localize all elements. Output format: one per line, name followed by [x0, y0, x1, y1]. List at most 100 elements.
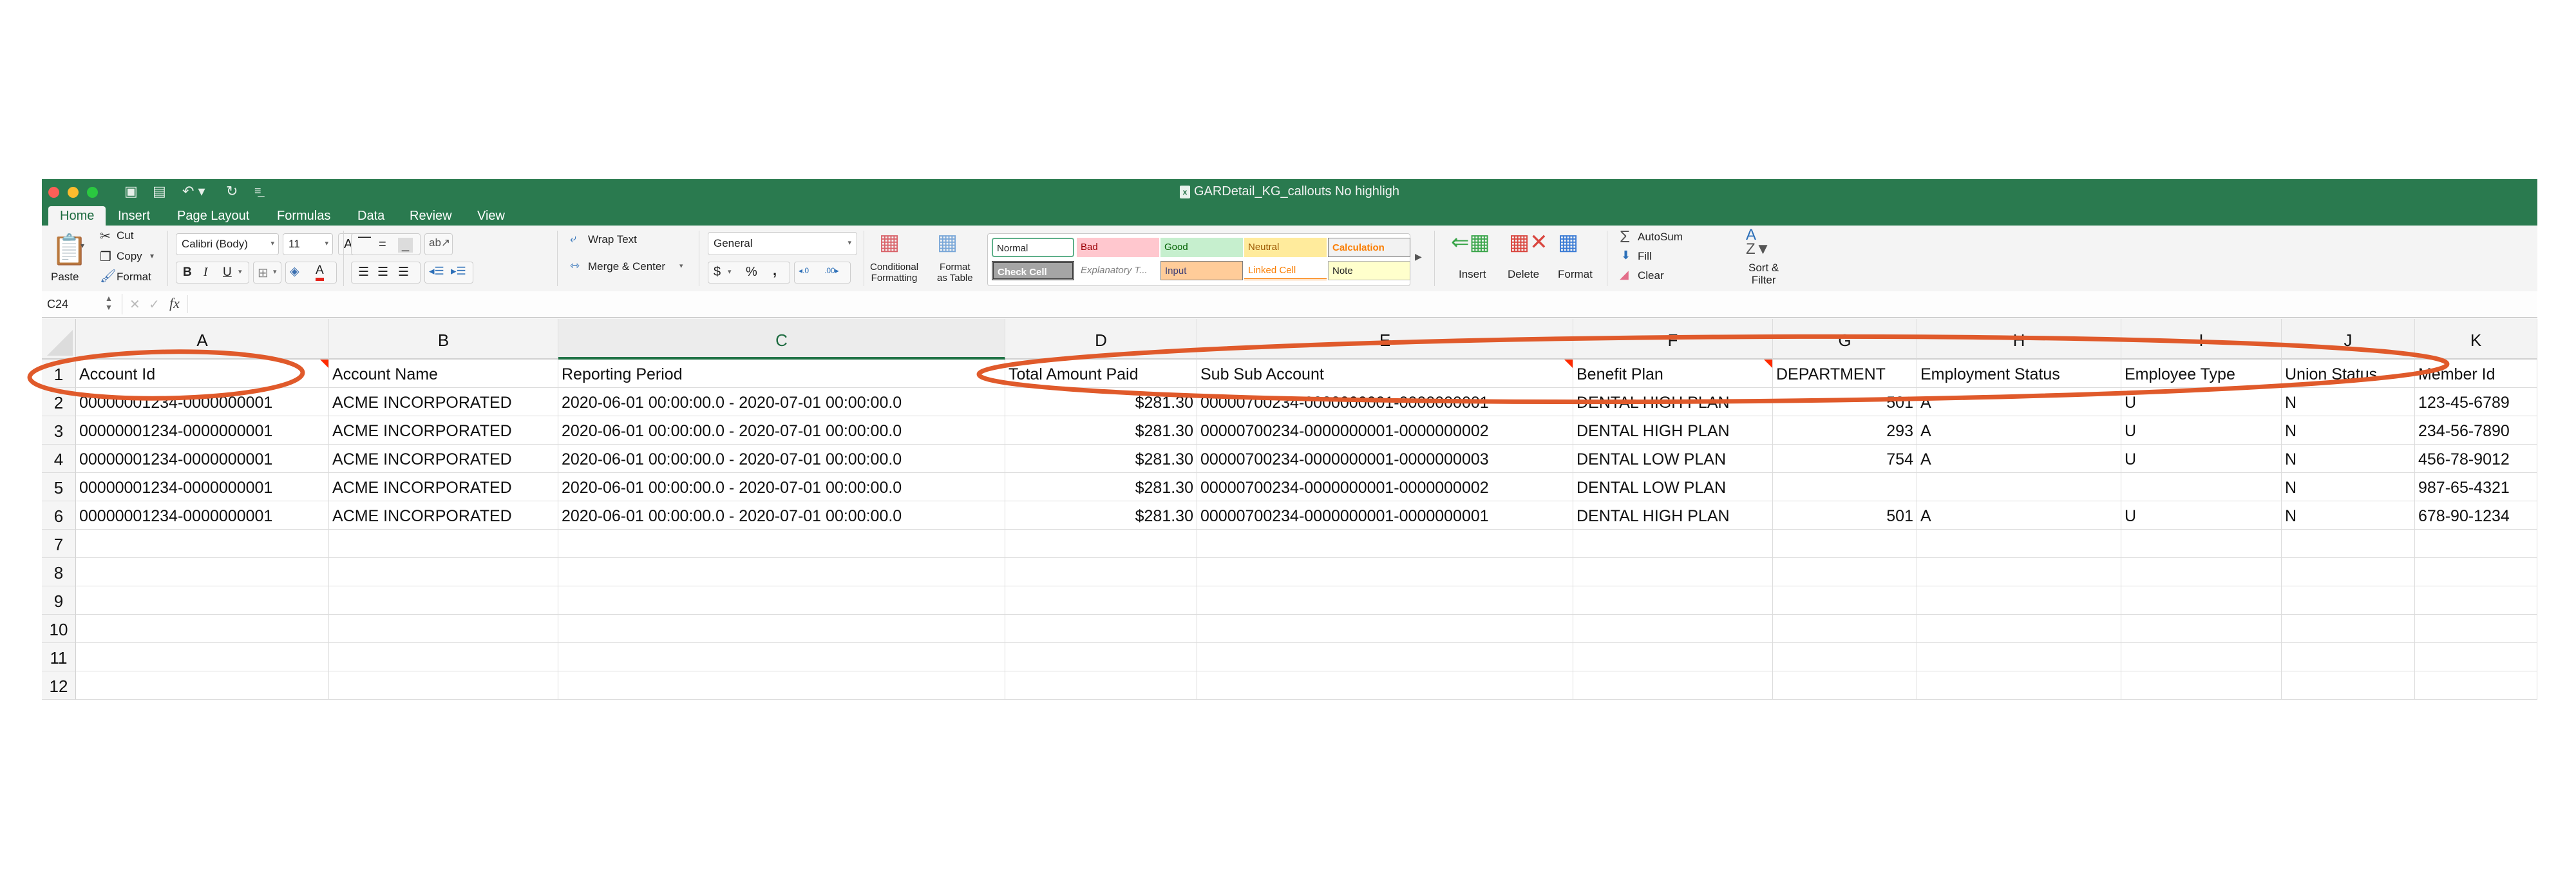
header-cell[interactable]: Employment Status [1917, 360, 2121, 388]
table-cell[interactable]: A [1917, 416, 2121, 445]
table-cell[interactable]: 00000700234-0000000001-0000000001 [1197, 388, 1573, 416]
table-cell[interactable] [1917, 615, 2121, 643]
table-cell[interactable]: N [2282, 416, 2415, 445]
styles-more-arrow-icon[interactable]: ▶ [1415, 251, 1422, 262]
table-cell[interactable]: ACME INCORPORATED [329, 501, 558, 530]
merge-dropdown-icon[interactable]: ▾ [679, 262, 683, 270]
table-cell[interactable]: A [1917, 501, 2121, 530]
decrease-indent-button[interactable]: ◂☰ [429, 265, 444, 278]
table-cell[interactable]: 00000001234-0000000001 [76, 445, 329, 473]
header-cell[interactable]: DEPARTMENT [1773, 360, 1917, 388]
name-box[interactable]: C24 [47, 298, 68, 311]
table-cell[interactable] [76, 615, 329, 643]
table-cell[interactable] [558, 558, 1005, 586]
table-cell[interactable] [329, 615, 558, 643]
underline-button[interactable]: U [223, 265, 232, 280]
tab-insert[interactable]: Insert [118, 206, 150, 226]
table-cell[interactable] [1005, 643, 1197, 671]
table-cell[interactable] [1197, 671, 1573, 700]
borders-button[interactable]: ⊞ ▾ [253, 262, 281, 284]
table-cell[interactable] [1917, 671, 2121, 700]
font-name-select[interactable]: Calibri (Body) ▾ [176, 233, 279, 255]
table-cell[interactable] [1773, 586, 1917, 615]
table-cell[interactable] [1917, 643, 2121, 671]
table-cell[interactable] [558, 586, 1005, 615]
header-cell[interactable]: Sub Sub Account [1197, 360, 1573, 388]
table-cell[interactable]: 00000001234-0000000001 [76, 473, 329, 501]
table-cell[interactable] [1197, 615, 1573, 643]
table-cell[interactable] [1773, 558, 1917, 586]
column-header-e[interactable]: E [1197, 319, 1573, 360]
tab-formulas[interactable]: Formulas [277, 206, 330, 226]
table-cell[interactable] [1005, 671, 1197, 700]
align-top-button[interactable]: ⎺ [358, 236, 371, 251]
table-cell[interactable] [329, 530, 558, 558]
underline-dropdown-icon[interactable]: ▾ [238, 267, 242, 276]
table-cell[interactable] [329, 586, 558, 615]
row-header[interactable]: 4 [42, 445, 76, 473]
table-cell[interactable]: 00000700234-0000000001-0000000002 [1197, 416, 1573, 445]
table-cell[interactable]: 00000001234-0000000001 [76, 501, 329, 530]
tab-review[interactable]: Review [410, 206, 452, 226]
increase-indent-button[interactable]: ▸☰ [451, 265, 466, 278]
orientation-button[interactable]: ab↗ [424, 233, 453, 255]
table-cell[interactable] [1917, 586, 2121, 615]
comment-indicator-icon[interactable] [320, 360, 328, 368]
table-cell[interactable] [1917, 473, 2121, 501]
column-header-d[interactable]: D [1005, 319, 1197, 360]
table-cell[interactable]: 2020-06-01 00:00:00.0 - 2020-07-01 00:00… [558, 501, 1005, 530]
table-cell[interactable]: 234-56-7890 [2415, 416, 2537, 445]
table-cell[interactable] [329, 643, 558, 671]
table-cell[interactable]: 2020-06-01 00:00:00.0 - 2020-07-01 00:00… [558, 416, 1005, 445]
italic-button[interactable]: I [204, 265, 207, 280]
wrap-text-button[interactable]: Wrap Text [588, 233, 637, 246]
table-cell[interactable]: DENTAL HIGH PLAN [1573, 388, 1773, 416]
style-note[interactable]: Note [1328, 261, 1410, 280]
table-cell[interactable]: U [2121, 388, 2282, 416]
table-cell[interactable]: U [2121, 445, 2282, 473]
autosum-button[interactable]: AutoSum [1638, 231, 1683, 244]
style-check-cell[interactable]: Check Cell [992, 261, 1074, 280]
table-cell[interactable]: 754 [1773, 445, 1917, 473]
table-cell[interactable]: 501 [1773, 388, 1917, 416]
table-cell[interactable]: ACME INCORPORATED [329, 416, 558, 445]
header-cell[interactable]: Member Id [2415, 360, 2537, 388]
clear-button[interactable]: Clear [1638, 269, 1664, 282]
comment-indicator-icon[interactable] [1564, 360, 1573, 368]
table-cell[interactable]: $281.30 [1005, 388, 1197, 416]
table-cell[interactable]: 501 [1773, 501, 1917, 530]
row-header[interactable]: 1 [42, 360, 76, 388]
table-cell[interactable]: DENTAL HIGH PLAN [1573, 501, 1773, 530]
table-cell[interactable]: $281.30 [1005, 416, 1197, 445]
increase-decimal-button[interactable]: ◂.0 [799, 266, 809, 275]
table-cell[interactable]: 2020-06-01 00:00:00.0 - 2020-07-01 00:00… [558, 473, 1005, 501]
row-header[interactable]: 8 [42, 558, 76, 586]
table-cell[interactable] [1197, 558, 1573, 586]
fill-color-button[interactable]: ◈ [290, 264, 299, 279]
function-icon[interactable]: fx [169, 295, 180, 312]
table-cell[interactable] [558, 643, 1005, 671]
style-explanatory[interactable]: Explanatory T... [1077, 261, 1159, 280]
table-cell[interactable] [1573, 671, 1773, 700]
table-cell[interactable] [76, 586, 329, 615]
header-cell[interactable]: Employee Type [2121, 360, 2282, 388]
style-input[interactable]: Input [1160, 261, 1243, 280]
table-cell[interactable] [2282, 530, 2415, 558]
style-neutral[interactable]: Neutral [1244, 238, 1327, 257]
table-cell[interactable] [1005, 558, 1197, 586]
header-cell[interactable]: Union Status [2282, 360, 2415, 388]
style-calculation[interactable]: Calculation [1328, 238, 1410, 257]
currency-button[interactable]: $ [714, 265, 721, 280]
merge-center-button[interactable]: Merge & Center [588, 260, 665, 273]
column-header-b[interactable]: B [329, 319, 558, 360]
table-cell[interactable] [1005, 615, 1197, 643]
table-cell[interactable]: A [1917, 445, 2121, 473]
table-cell[interactable] [1773, 530, 1917, 558]
column-header-a[interactable]: A [76, 319, 329, 360]
row-header[interactable]: 6 [42, 501, 76, 530]
table-cell[interactable] [1005, 530, 1197, 558]
table-cell[interactable]: 00000001234-0000000001 [76, 416, 329, 445]
row-header[interactable]: 7 [42, 530, 76, 558]
align-left-button[interactable]: ☰ [358, 265, 369, 280]
table-cell[interactable]: DENTAL LOW PLAN [1573, 445, 1773, 473]
